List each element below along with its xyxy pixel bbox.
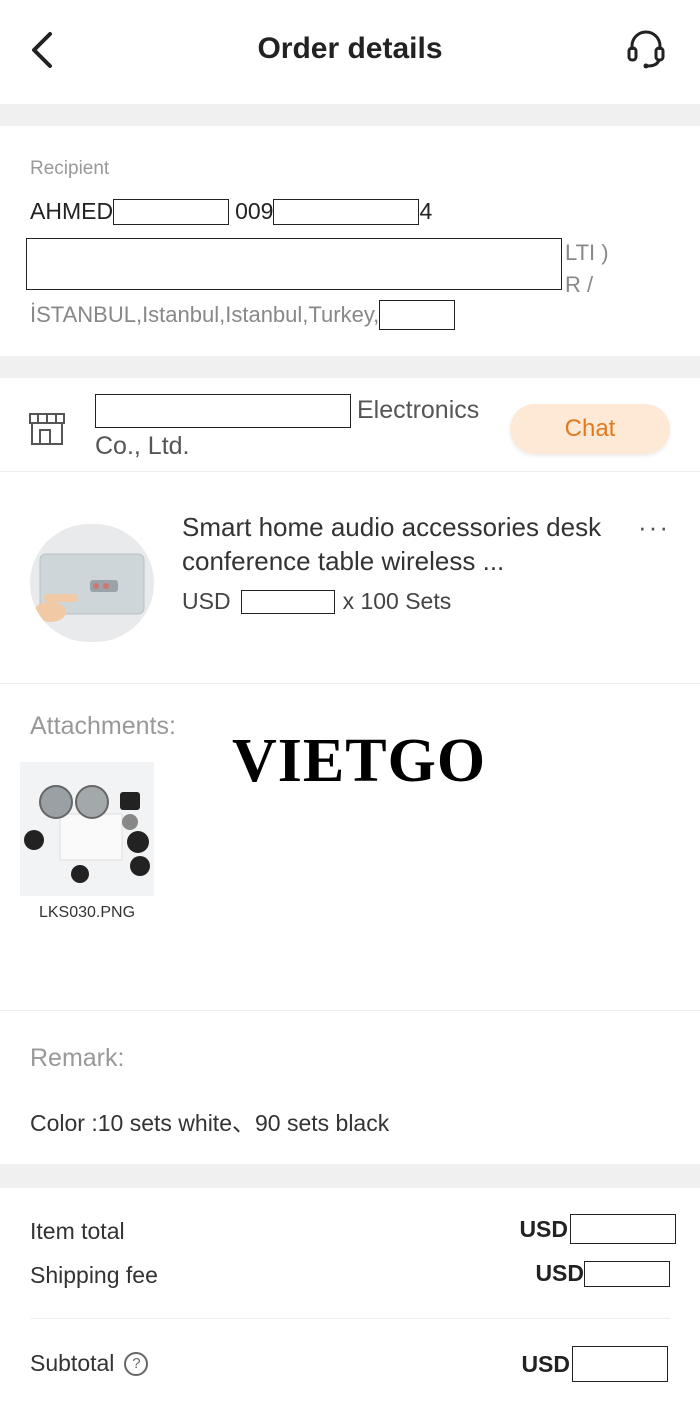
- attachment-thumbnail[interactable]: [20, 762, 154, 896]
- price-currency: USD: [182, 588, 231, 614]
- redacted-box: [570, 1214, 676, 1244]
- redacted-box: [273, 198, 420, 225]
- product-price: USD x 100 Sets: [182, 588, 451, 615]
- shipping-fee-label: Shipping fee: [30, 1262, 158, 1288]
- chat-button[interactable]: Chat: [510, 404, 670, 454]
- subtotal-currency: USD: [521, 1350, 570, 1377]
- remark-label: Remark:: [30, 1044, 125, 1072]
- headset-icon: [627, 30, 665, 69]
- address-text: İSTANBUL,Istanbul,Istanbul,Turkey,: [30, 302, 380, 327]
- totals-section: Item total USD Shipping fee USD Subtotal…: [0, 1188, 700, 1408]
- header-bar: Order details: [0, 0, 700, 104]
- product-card[interactable]: Smart home audio accessories desk confer…: [0, 472, 700, 684]
- product-photo: [34, 553, 145, 622]
- subtotal-label: Subtotal: [30, 1350, 115, 1376]
- attachment-photo: [20, 762, 154, 896]
- address-line: İSTANBUL,Istanbul,Istanbul,Turkey,: [30, 300, 456, 330]
- recipient-label: Recipient: [30, 158, 110, 179]
- redacted-address: [26, 238, 562, 290]
- subtotal-label-row: Subtotal ?: [30, 1350, 149, 1377]
- item-total-currency: USD: [519, 1215, 568, 1242]
- seller-name-line2: Co., Ltd.: [95, 432, 190, 461]
- recipient-name-phone: AHMED 009 4: [30, 198, 432, 225]
- redacted-box: [379, 300, 456, 330]
- seller-row: Electronics Co., Ltd. Chat: [0, 378, 700, 472]
- redacted-box: [584, 1260, 670, 1287]
- storefront-icon: [29, 413, 65, 445]
- totals-separator: [30, 1318, 670, 1319]
- address-fragment: R /: [565, 272, 594, 297]
- support-button[interactable]: [624, 26, 668, 70]
- attachments-section: Attachments: VIETGO LKS030.PNG: [0, 686, 700, 1011]
- attachment-filename: LKS030.PNG: [38, 904, 136, 921]
- seller-name[interactable]: Electronics Co., Ltd.: [95, 392, 515, 464]
- help-icon[interactable]: ?: [124, 1351, 149, 1376]
- shipping-fee-value: USD: [535, 1260, 670, 1287]
- attachments-label: Attachments:: [30, 712, 176, 740]
- subtotal-value: USD: [521, 1346, 668, 1382]
- item-total-value: USD: [519, 1214, 676, 1244]
- product-image[interactable]: [30, 524, 154, 642]
- address-fragment: LTI ): [565, 240, 609, 265]
- redacted-box: [240, 589, 335, 614]
- recipient-phone-suffix: 4: [419, 198, 433, 224]
- redacted-box: [113, 198, 230, 225]
- recipient-section: Recipient AHMED 009 4 LTI ) R / İSTANBUL…: [0, 126, 700, 356]
- seller-name-suffix: Electronics: [357, 396, 480, 424]
- section-divider: [0, 1164, 700, 1188]
- redacted-box: [572, 1346, 668, 1382]
- item-total-label: Item total: [30, 1218, 125, 1244]
- more-options-icon[interactable]: ···: [638, 512, 670, 543]
- remark-text: Color :10 sets white、90 sets black: [30, 1110, 390, 1136]
- section-divider: [0, 356, 700, 378]
- page-title: Order details: [257, 32, 443, 65]
- section-divider: [0, 104, 700, 126]
- product-quantity: x 100 Sets: [342, 588, 452, 614]
- recipient-phone-prefix: 009: [235, 198, 274, 224]
- shipping-currency: USD: [535, 1260, 584, 1286]
- remark-section: Remark: Color :10 sets white、90 sets bla…: [0, 1012, 700, 1164]
- redacted-box: [95, 394, 351, 429]
- recipient-name: AHMED: [30, 198, 114, 224]
- product-title[interactable]: Smart home audio accessories desk confer…: [182, 510, 622, 578]
- watermark: VIETGO: [232, 727, 487, 795]
